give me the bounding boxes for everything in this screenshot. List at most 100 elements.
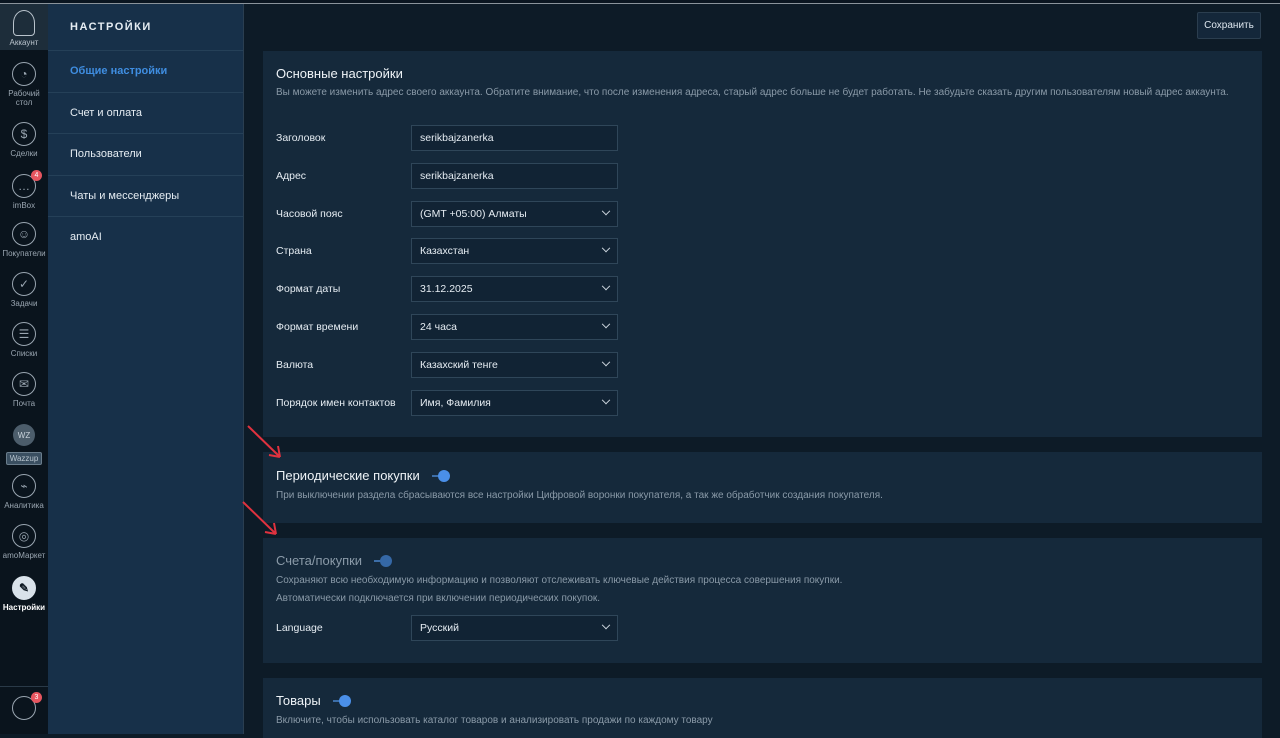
invoices-toggle[interactable] [374, 554, 393, 567]
nav-title: НАСТРОЙКИ [48, 4, 243, 51]
save-button[interactable]: Сохранить [1197, 12, 1261, 39]
field-select[interactable]: Казахстан [411, 238, 618, 265]
red-arrow-icon [242, 501, 277, 535]
field-row: Часовой пояс (GMT +05:00) Алматы [276, 200, 618, 227]
rail-account[interactable]: Аккаунт [0, 4, 48, 50]
products-toggle[interactable] [332, 694, 351, 707]
nav-item-users[interactable]: Пользователи [48, 134, 243, 176]
rail-item-4[interactable]: ✓ Задачи [0, 272, 48, 308]
field-select[interactable]: Казахский тенге [411, 351, 618, 378]
field-value: serikbajzanerka [420, 169, 494, 182]
field-value: 31.12.2025 [420, 283, 473, 296]
field-row: Страна Казахстан [276, 238, 618, 265]
rail-item-9[interactable]: ✎ Настройки [0, 576, 48, 612]
field-label: Порядок имен контактов [276, 396, 396, 409]
settings-nav: НАСТРОЙКИ Общие настройки Счет и оплата … [48, 4, 244, 734]
user-avatar-icon [13, 10, 35, 36]
field-label: Заголовок [276, 132, 326, 144]
rail-item-label: Покупатели [2, 249, 46, 258]
rail-item-2[interactable]: … 4 imBox [0, 170, 48, 210]
field-value: serikbajzanerka [420, 132, 494, 144]
field-value: Казахский тенге [420, 358, 498, 371]
language-select[interactable]: Русский [411, 615, 618, 641]
chevron-down-icon [601, 244, 611, 253]
analytics-icon: ⌁ [12, 474, 36, 498]
unread-badge: 4 [31, 170, 42, 181]
rail-item-3[interactable]: ☺ Покупатели [0, 222, 48, 258]
field-label: Формат времени [276, 321, 359, 333]
field-select[interactable]: 31.12.2025 [411, 276, 618, 303]
left-rail: Аккаунт ◔ Рабочий стол $ Сделки … 4 imBox ☺ Поку… [0, 4, 48, 734]
section-title: Счета/покупки [276, 553, 363, 568]
field-row: Формат времени 24 часа [276, 314, 618, 340]
field-label: Адрес [276, 169, 307, 182]
bell-icon: 3 [12, 692, 42, 720]
section-description: При выключении раздела сбрасываются все … [276, 490, 883, 501]
field-input[interactable]: serikbajzanerka [411, 125, 618, 151]
section-description: Сохраняют всю необходимую информацию и п… [276, 575, 843, 586]
rail-account-label: Аккаунт [9, 38, 39, 47]
rail-item-label: Рабочий стол [8, 89, 40, 107]
rail-item-5[interactable]: ☰ Списки [0, 322, 48, 358]
rail-item-label: Сделки [10, 149, 38, 158]
rail-item-0[interactable]: ◔ Рабочий стол [0, 62, 48, 107]
section-title: Периодические покупки [276, 468, 420, 483]
list-icon: ☰ [12, 322, 36, 346]
red-arrow-icon [247, 425, 281, 458]
market-icon: ◎ [12, 524, 36, 548]
field-row: Заголовок serikbajzanerka [276, 125, 618, 151]
periodic-purchases-card: Периодические покупки При выключении раз… [263, 452, 1262, 523]
language-value: Русский [420, 622, 459, 634]
wrench-icon: ✎ [12, 576, 36, 600]
rail-item-label: amoМаркет [2, 551, 46, 560]
annotation-arrows [242, 425, 281, 535]
basic-settings-card: Основные настройки Вы можете изменить ад… [263, 51, 1262, 437]
dashboard-icon: ◔ [12, 62, 36, 86]
notifications-badge: 3 [31, 692, 42, 703]
rail-divider [0, 686, 48, 687]
field-select[interactable]: (GMT +05:00) Алматы [411, 200, 618, 227]
field-select[interactable]: 24 часа [411, 314, 618, 340]
chevron-down-icon [601, 395, 611, 405]
field-select[interactable]: Имя, Фамилия [411, 389, 618, 416]
section-description-2: Автоматически подключается при включении… [276, 593, 601, 604]
rail-item-label: Аналитика [4, 501, 44, 510]
nav-item-billing[interactable]: Счет и оплата [48, 93, 243, 134]
chevron-down-icon [601, 620, 611, 630]
field-row: Формат даты 31.12.2025 [276, 276, 618, 303]
field-value: Казахстан [420, 245, 470, 258]
nav-item-chats[interactable]: Чаты и мессенджеры [48, 176, 243, 217]
rail-item-8[interactable]: ◎ amoМаркет [0, 524, 48, 560]
mail-icon: ✉ [12, 372, 36, 396]
field-row: Порядок имен контактов Имя, Фамилия [276, 389, 618, 416]
field-value: 24 часа [420, 321, 457, 333]
rail-item-label: imBox [12, 201, 36, 210]
field-row: Валюта Казахский тенге [276, 351, 618, 378]
customers-icon: ☺ [12, 222, 36, 246]
rail-item-6[interactable]: ✉ Почта [0, 372, 48, 408]
rail-item-wazzup[interactable]: WZ Wazzup [0, 424, 48, 465]
chevron-down-icon [601, 206, 611, 216]
rail-item-7[interactable]: ⌁ Аналитика [0, 474, 48, 510]
section-title: Основные настройки [276, 66, 403, 81]
nav-item-amoai[interactable]: amoAI [48, 217, 243, 259]
field-value: (GMT +05:00) Алматы [420, 207, 527, 220]
field-label: Формат даты [276, 283, 341, 296]
rail-item-label: Задачи [10, 299, 38, 308]
field-row: Адрес serikbajzanerka [276, 162, 618, 189]
notifications-button[interactable]: 3 [0, 692, 48, 723]
rail-item-1[interactable]: $ Сделки [0, 122, 48, 158]
language-label: Language [276, 622, 323, 634]
field-input[interactable]: serikbajzanerka [411, 162, 618, 189]
nav-item-general[interactable]: Общие настройки [48, 51, 243, 93]
wazzup-logo: WZ [13, 424, 35, 446]
chevron-down-icon [601, 319, 611, 329]
invoices-card: Счета/покупки Сохраняют всю необходимую … [263, 538, 1262, 663]
section-description: Включите, чтобы использовать каталог тов… [276, 715, 713, 726]
section-title: Товары [276, 693, 321, 708]
rail-item-label: Списки [10, 349, 38, 358]
dollar-icon: $ [12, 122, 36, 146]
rail-item-label: Wazzup [5, 452, 43, 465]
chat-icon: … 4 [12, 170, 42, 198]
periodic-purchases-toggle[interactable] [431, 469, 450, 482]
